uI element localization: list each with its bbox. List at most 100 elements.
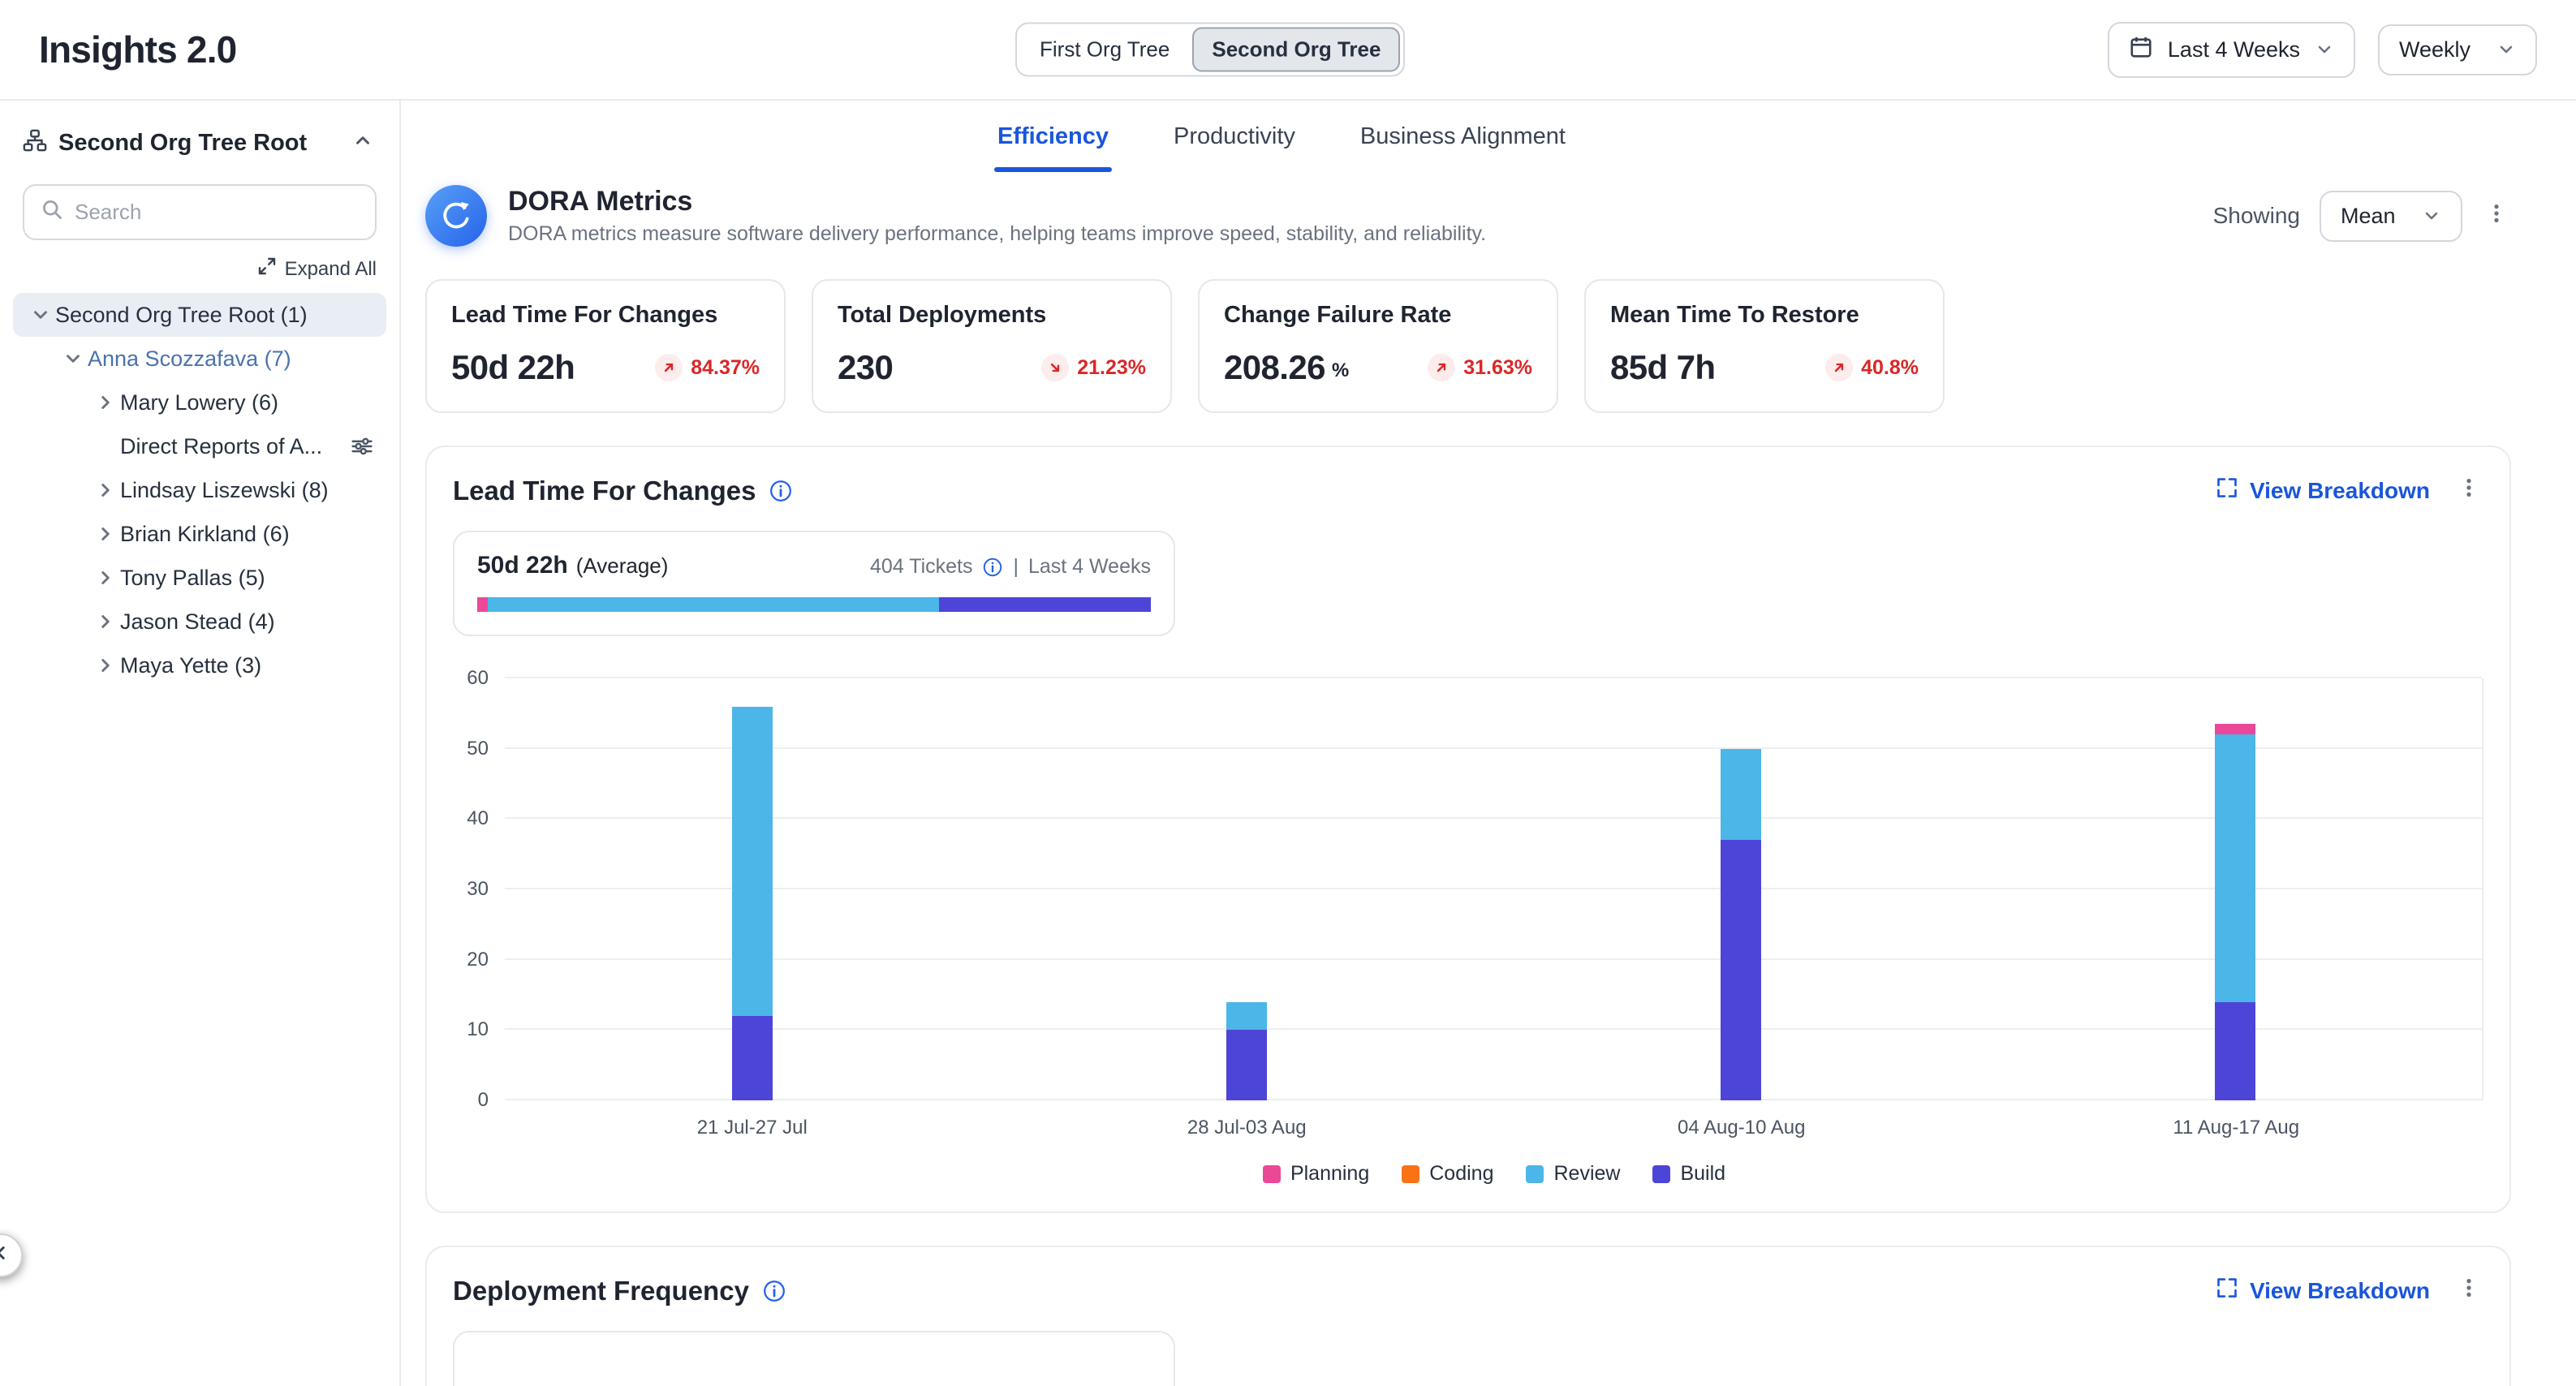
bar-segment-build (1721, 840, 1761, 1100)
expand-breakdown-icon (2216, 476, 2238, 505)
metric-card-total-deployments: Total Deployments23021.23% (812, 279, 1172, 413)
metric-delta: 21.23% (1041, 354, 1146, 381)
metric-delta-value: 40.8% (1861, 356, 1919, 380)
calendar-icon (2129, 35, 2153, 65)
deployment-frequency-actions: View Breakdown (2216, 1273, 2483, 1308)
dora-menu-button[interactable] (2482, 199, 2511, 234)
tab-productivity[interactable]: Productivity (1170, 101, 1299, 172)
date-range-select[interactable]: Last 4 Weeks (2108, 22, 2355, 78)
search-icon (41, 197, 63, 227)
lead-time-header: Lead Time For Changes View Breakdown (453, 473, 2483, 508)
bar-21-jul-27-jul[interactable] (732, 707, 773, 1100)
tree-item-maya-yette-3[interactable]: Maya Yette (3) (13, 644, 386, 687)
info-icon[interactable] (982, 557, 1003, 578)
expand-all-label: Expand All (285, 258, 377, 281)
tree-item-second-org-tree-root-1[interactable]: Second Org Tree Root (1) (13, 293, 386, 337)
tab-business-alignment[interactable]: Business Alignment (1357, 101, 1569, 172)
y-tick-label: 0 (478, 1089, 489, 1112)
bar-segment-build (732, 1016, 773, 1100)
chevron-right-icon[interactable] (91, 609, 120, 635)
tree-item-label: Mary Lowery (6) (120, 390, 278, 415)
chevron-right-icon[interactable] (91, 652, 120, 678)
metric-value: 50d 22h (451, 348, 575, 387)
legend-swatch (1402, 1165, 1419, 1183)
trend-up-icon (1825, 354, 1853, 381)
org-toggle-second-org-tree[interactable]: Second Org Tree (1192, 28, 1400, 72)
legend-item-review[interactable]: Review (1526, 1162, 1620, 1186)
x-tick-label: 04 Aug-10 Aug (1494, 1117, 1989, 1139)
tree-item-lindsay-liszewski-8[interactable]: Lindsay Liszewski (8) (13, 468, 386, 512)
lead-time-actions: View Breakdown (2216, 473, 2483, 508)
info-icon[interactable] (762, 1279, 786, 1303)
dora-controls: Showing Mean (2213, 191, 2511, 242)
metric-delta-value: 31.63% (1463, 356, 1532, 380)
tree-item-mary-lowery-6[interactable]: Mary Lowery (6) (13, 381, 386, 424)
chevron-down-icon (2315, 40, 2334, 59)
bar-11-aug-17-aug[interactable] (2215, 724, 2255, 1100)
summary-row: 50d 22h (Average) 404 Tickets | Last 4 W… (477, 552, 1151, 579)
legend-item-coding[interactable]: Coding (1402, 1162, 1493, 1186)
bar-segment-review (2215, 734, 2255, 1001)
legend-label: Build (1680, 1162, 1725, 1186)
info-icon[interactable] (769, 479, 793, 503)
sidebar-collapse-section-button[interactable] (349, 127, 377, 160)
bar-segment-planning (2215, 724, 2255, 734)
deployment-menu-button[interactable] (2454, 1273, 2483, 1308)
org-toggle-first-org-tree[interactable]: First Org Tree (1020, 28, 1189, 72)
granularity-select[interactable]: Weekly (2378, 24, 2537, 75)
tree-item-anna-scozzafava-7[interactable]: Anna Scozzafava (7) (13, 337, 386, 381)
y-tick-label: 30 (467, 878, 489, 901)
tree-item-tony-pallas-5[interactable]: Tony Pallas (5) (13, 556, 386, 600)
dora-titles: DORA Metrics DORA metrics measure softwa… (508, 186, 1486, 246)
y-tick-label: 40 (467, 807, 489, 830)
search-input[interactable] (75, 200, 359, 225)
main-tabs: Efficiency Productivity Business Alignment (401, 101, 2324, 172)
app-title: Insights 2.0 (39, 28, 236, 71)
legend-item-build[interactable]: Build (1652, 1162, 1725, 1186)
chevron-right-icon[interactable] (91, 521, 120, 547)
view-breakdown-button[interactable]: View Breakdown (2216, 1276, 2430, 1305)
tree-item-direct-reports-of-a[interactable]: Direct Reports of A... (13, 424, 386, 468)
sliders-icon[interactable] (351, 435, 373, 458)
app-root: Insights 2.0 First Org TreeSecond Org Tr… (0, 0, 2576, 1386)
tab-efficiency[interactable]: Efficiency (994, 101, 1112, 172)
tree-item-label: Direct Reports of A... (120, 434, 322, 459)
metric-card-value-row: 208.26%31.63% (1224, 348, 1532, 387)
search-box[interactable] (23, 184, 377, 240)
chevron-right-icon[interactable] (91, 565, 120, 591)
legend-swatch (1652, 1165, 1670, 1183)
granularity-value: Weekly (2399, 37, 2470, 62)
bar-segment-build (2215, 1002, 2255, 1100)
expand-breakdown-icon (2216, 1276, 2238, 1305)
topbar-controls: Last 4 Weeks Weekly (2108, 22, 2537, 78)
expand-all-button[interactable]: Expand All (23, 256, 377, 282)
metric-card-title: Total Deployments (838, 302, 1146, 329)
legend-item-planning[interactable]: Planning (1263, 1162, 1369, 1186)
org-tree: Second Org Tree Root (1)Anna Scozzafava … (0, 293, 399, 687)
summary-bar-segment-review (488, 597, 938, 612)
dora-title: DORA Metrics (508, 186, 1486, 217)
tree-item-brian-kirkland-6[interactable]: Brian Kirkland (6) (13, 512, 386, 556)
kebab-menu-icon (2485, 202, 2508, 230)
chevron-right-icon[interactable] (91, 390, 120, 415)
sidebar-collapse-button[interactable] (0, 1233, 23, 1277)
lead-time-menu-button[interactable] (2454, 473, 2483, 508)
main-content: Efficiency Productivity Business Alignment… (401, 101, 2576, 1386)
bar-28-jul-03-aug[interactable] (1226, 1002, 1267, 1100)
x-tick-label: 11 Aug-17 Aug (1989, 1117, 2484, 1139)
chevron-right-icon[interactable] (91, 477, 120, 503)
lead-time-summary-card: 50d 22h (Average) 404 Tickets | Last 4 W… (453, 531, 1175, 636)
aggregation-value: Mean (2341, 204, 2396, 229)
bar-04-aug-10-aug[interactable] (1721, 749, 1761, 1100)
view-breakdown-button[interactable]: View Breakdown (2216, 476, 2430, 505)
chevron-down-icon[interactable] (58, 346, 88, 372)
deployment-frequency-panel: Deployment Frequency View Breakdown (425, 1246, 2511, 1386)
aggregation-select[interactable]: Mean (2320, 191, 2462, 242)
deployment-frequency-title: Deployment Frequency (453, 1276, 749, 1306)
summary-value: 50d 22h (477, 552, 568, 579)
tree-item-jason-stead-4[interactable]: Jason Stead (4) (13, 600, 386, 644)
deployment-frequency-header: Deployment Frequency View Breakdown (453, 1273, 2483, 1308)
chevron-down-icon[interactable] (26, 302, 55, 328)
legend-label: Planning (1290, 1162, 1369, 1186)
summary-average-label: (Average) (576, 553, 669, 579)
